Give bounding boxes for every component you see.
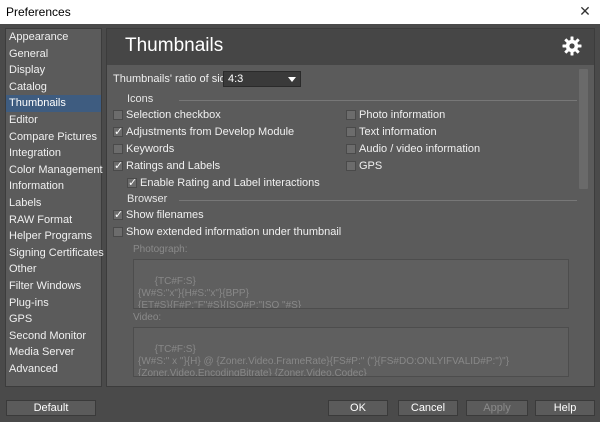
sidebar-item-gps[interactable]: GPS (6, 311, 101, 328)
sidebar-item-display[interactable]: Display (6, 62, 101, 79)
ok-button[interactable]: OK (328, 400, 388, 416)
sidebar-item-media-server[interactable]: Media Server (6, 344, 101, 361)
sidebar-item-labels[interactable]: Labels (6, 195, 101, 212)
sidebar-item-raw-format[interactable]: RAW Format (6, 212, 101, 229)
sidebar-item-editor[interactable]: Editor (6, 112, 101, 129)
icons-section-label: Icons (127, 93, 154, 105)
panel-header: Thumbnails (107, 29, 594, 65)
ratio-value: 4:3 (228, 73, 244, 85)
sidebar-item-signing-certificates[interactable]: Signing Certificates (6, 245, 104, 262)
option-label: Show extended information under thumbnai… (126, 226, 342, 238)
sidebar-item-other[interactable]: Other (6, 261, 101, 278)
main-panel: Thumbnails Thumbnails' ratio of sides: 4… (106, 28, 595, 387)
sidebar-item-second-monitor[interactable]: Second Monitor (6, 328, 101, 345)
option-label: Text information (359, 126, 437, 138)
option-label: Adjustments from Develop Module (126, 126, 295, 138)
window-title: Preferences (6, 5, 71, 19)
ratio-label: Thumbnails' ratio of sides: (113, 73, 241, 85)
icons-section-header: Icons (113, 93, 577, 107)
default-button[interactable]: Default (6, 400, 96, 416)
checkbox[interactable] (346, 110, 356, 120)
sidebar-item-advanced[interactable]: Advanced (6, 361, 101, 378)
section-divider (179, 100, 577, 101)
sidebar-item-helper-programs[interactable]: Helper Programs (6, 228, 101, 245)
page-title: Thumbnails (125, 35, 224, 56)
help-button[interactable]: Help (535, 400, 595, 416)
option-label: Selection checkbox (126, 109, 221, 121)
sidebar-item-plug-ins[interactable]: Plug-ins (6, 295, 101, 312)
scrollbar-thumb[interactable] (579, 69, 588, 189)
checkbox[interactable] (346, 161, 356, 171)
section-divider (179, 200, 577, 201)
browser-section-label: Browser (127, 193, 168, 205)
sidebar-item-integration[interactable]: Integration (6, 145, 101, 162)
gear-icon[interactable] (562, 36, 582, 56)
video-template-text: {TC#F:S} {W#S:" x "}{H} @ {Zoner.Video.F… (138, 344, 510, 377)
video-template-field: {TC#F:S} {W#S:" x "}{H} @ {Zoner.Video.F… (133, 327, 569, 377)
option-label: Show filenames (126, 209, 204, 221)
sidebar-item-information[interactable]: Information (6, 178, 101, 195)
sidebar: Appearance General Display Catalog Thumb… (5, 28, 104, 387)
option-label: Enable Rating and Label interactions (140, 177, 320, 189)
checkbox[interactable] (113, 125, 123, 138)
ratio-select[interactable]: 4:3 (223, 71, 301, 87)
apply-button[interactable]: Apply (466, 400, 528, 416)
checkbox[interactable] (113, 227, 123, 237)
video-label: Video: (133, 312, 162, 323)
sidebar-item-thumbnails[interactable]: Thumbnails (6, 95, 101, 112)
option-label: GPS (359, 160, 383, 172)
checkbox[interactable] (113, 159, 123, 172)
sidebar-item-compare-pictures[interactable]: Compare Pictures (6, 129, 101, 146)
checkbox[interactable] (127, 176, 137, 189)
checkbox[interactable] (113, 144, 123, 154)
checkbox[interactable] (113, 208, 123, 221)
sidebar-item-catalog[interactable]: Catalog (6, 79, 101, 96)
sidebar-item-general[interactable]: General (6, 46, 101, 63)
option-label: Photo information (359, 109, 446, 121)
sidebar-item-appearance[interactable]: Appearance (6, 29, 101, 46)
photograph-template-field: {TC#F:S} {W#S:"x"}{H#S:"x"}{BPP} {ET#S}{… (133, 259, 569, 309)
option-label: Keywords (126, 143, 175, 155)
settings-content: Thumbnails' ratio of sides: 4:3 Icons Se… (113, 69, 577, 386)
title-bar: Preferences ✕ (0, 0, 600, 24)
sidebar-item-color-management[interactable]: Color Management (6, 162, 103, 179)
chevron-down-icon (288, 77, 296, 82)
sidebar-item-filter-windows[interactable]: Filter Windows (6, 278, 101, 295)
checkbox[interactable] (346, 127, 356, 137)
browser-section-header: Browser (113, 193, 577, 207)
cancel-button[interactable]: Cancel (398, 400, 458, 416)
checkbox[interactable] (346, 144, 356, 154)
checkbox[interactable] (113, 110, 123, 120)
option-label: Audio / video information (359, 143, 481, 155)
close-icon[interactable]: ✕ (570, 0, 600, 24)
option-label: Ratings and Labels (126, 160, 221, 172)
photograph-template-text: {TC#F:S} {W#S:"x"}{H#S:"x"}{BPP} {ET#S}{… (138, 276, 302, 309)
photograph-label: Photograph: (133, 244, 188, 255)
